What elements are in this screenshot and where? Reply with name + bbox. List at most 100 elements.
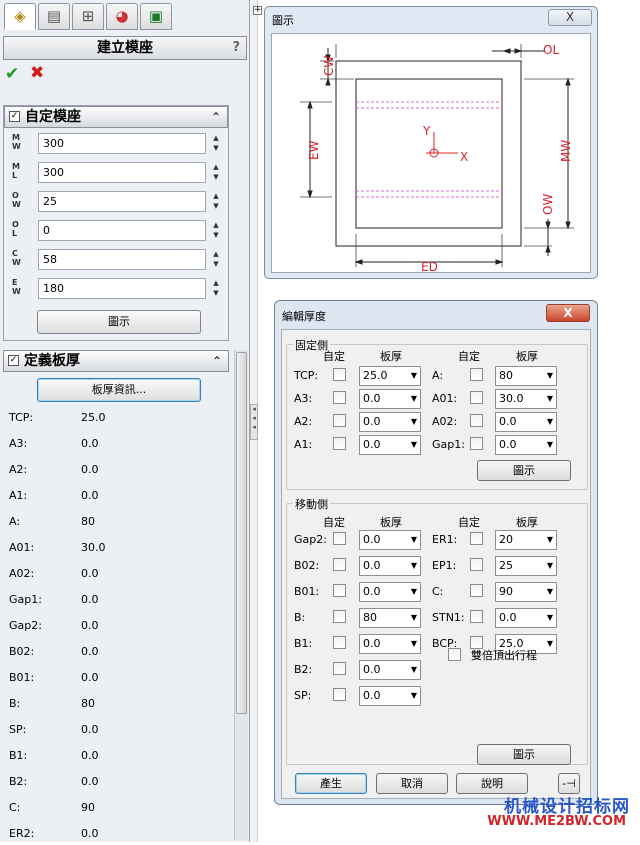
param-input[interactable]: 300 — [38, 162, 206, 183]
thickness-select[interactable]: 0.0 ▼ — [359, 435, 421, 455]
close-button[interactable]: X — [548, 9, 592, 26]
tab-feature-manager[interactable]: ◈ — [4, 3, 36, 30]
show-diagram-button[interactable]: 圖示 — [37, 310, 201, 334]
tab-property-manager[interactable]: ▤ — [38, 3, 70, 30]
row-label: B1: — [294, 637, 313, 650]
custom-checkbox[interactable] — [470, 414, 483, 427]
thickness-select[interactable]: 0.0 ▼ — [495, 435, 557, 455]
thickness-select[interactable]: 80 ▼ — [495, 366, 557, 386]
dimension-icon: MW — [12, 133, 21, 151]
show-diagram-button[interactable]: 圖示 — [477, 744, 571, 765]
thickness-select-value: 0.0 — [363, 415, 381, 428]
thickness-select-value: 0.0 — [363, 663, 381, 676]
thickness-select[interactable]: 25.0 ▼ — [359, 366, 421, 386]
row-label: A01: — [432, 392, 458, 405]
dimension-icon: CW — [12, 249, 21, 267]
close-button[interactable]: X — [546, 304, 590, 322]
thickness-select[interactable]: 0.0 ▼ — [359, 686, 421, 706]
thickness-select[interactable]: 25 ▼ — [495, 556, 557, 576]
show-diagram-button[interactable]: 圖示 — [477, 460, 571, 481]
tab-cam-manager[interactable]: ▣ — [140, 3, 172, 30]
spin-buttons[interactable]: ▲ ▼ — [210, 162, 222, 183]
custom-checkbox[interactable] — [333, 414, 346, 427]
param-input[interactable]: 58 — [38, 249, 206, 270]
dim-ow: OW — [541, 194, 555, 215]
spin-buttons[interactable]: ▲ ▼ — [210, 278, 222, 299]
thickness-select[interactable]: 30.0 ▼ — [495, 389, 557, 409]
spin-buttons[interactable]: ▲ ▼ — [210, 249, 222, 270]
row-label: TCP: — [294, 369, 319, 382]
custom-checkbox[interactable] — [333, 368, 346, 381]
panel-splitter[interactable]: ◂ ◂ ◂ — [250, 0, 258, 842]
thickness-select[interactable]: 90 ▼ — [495, 582, 557, 602]
thickness-select[interactable]: 0.0 ▼ — [359, 530, 421, 550]
custom-checkbox[interactable] — [333, 584, 346, 597]
custom-checkbox[interactable] — [333, 391, 346, 404]
diagram-window: 圖示 X Y X ED OL EW MW OW CW — [264, 6, 598, 279]
thickness-select[interactable]: 0.0 ▼ — [359, 412, 421, 432]
scrollbar[interactable] — [234, 350, 248, 840]
custom-base-group: ✓ 自定模座 ⌃ M W 300 ▲ ▼ M L 300 ▲ ▼ O W 25 ▲ ▼ O L 0 ▲ ▼ C W 58 ▲ ▼… — [3, 105, 229, 341]
row-label: C: — [432, 585, 444, 598]
param-input[interactable]: 25 — [38, 191, 206, 212]
custom-checkbox[interactable] — [470, 584, 483, 597]
splitter-handle[interactable]: ◂ ◂ ◂ — [250, 404, 258, 440]
param-input[interactable]: 300 — [38, 133, 206, 154]
row-label: A02: — [432, 415, 458, 428]
custom-checkbox[interactable] — [470, 558, 483, 571]
define-thickness-header[interactable]: ✓ 定義板厚 ⌃ — [3, 350, 229, 372]
expand-icon[interactable]: + — [253, 6, 262, 15]
row-label: A: — [432, 369, 444, 382]
tab-configuration-manager[interactable]: ⊞ — [72, 3, 104, 30]
ok-button[interactable]: ✔ — [5, 64, 19, 84]
thickness-select[interactable]: 0.0 ▼ — [359, 634, 421, 654]
double-eject-checkbox[interactable] — [448, 648, 461, 661]
thickness-value: 0.0 — [81, 775, 99, 788]
spin-buttons[interactable]: ▲ ▼ — [210, 133, 222, 154]
custom-base-header[interactable]: ✓ 自定模座 ⌃ — [4, 106, 228, 128]
scrollbar-thumb[interactable] — [236, 352, 247, 714]
cancel-button[interactable]: ✖ — [30, 63, 44, 83]
thickness-select[interactable]: 0.0 ▼ — [359, 582, 421, 602]
thickness-info-button[interactable]: 板厚資訊... — [37, 378, 201, 402]
custom-checkbox[interactable] — [333, 636, 346, 649]
custom-checkbox[interactable] — [470, 610, 483, 623]
group-checkbox[interactable]: ✓ — [9, 111, 20, 122]
custom-checkbox[interactable] — [470, 532, 483, 545]
thickness-select[interactable]: 20 ▼ — [495, 530, 557, 550]
tab-display-manager[interactable]: ◕ — [106, 3, 138, 30]
thickness-select[interactable]: 0.0 ▼ — [359, 660, 421, 680]
thickness-select[interactable]: 0.0 ▼ — [359, 556, 421, 576]
param-input[interactable]: 0 — [38, 220, 206, 241]
thickness-select[interactable]: 0.0 ▼ — [359, 389, 421, 409]
custom-checkbox[interactable] — [333, 437, 346, 450]
custom-checkbox[interactable] — [333, 610, 346, 623]
thickness-select[interactable]: 0.0 ▼ — [495, 608, 557, 628]
custom-checkbox[interactable] — [333, 532, 346, 545]
col-custom-header: 自定 — [458, 516, 480, 529]
spin-buttons[interactable]: ▲ ▼ — [210, 191, 222, 212]
chevron-down-icon: ▼ — [546, 371, 553, 380]
custom-checkbox[interactable] — [470, 437, 483, 450]
collapse-icon[interactable]: ⌃ — [211, 107, 221, 127]
thickness-select[interactable]: 0.0 ▼ — [495, 412, 557, 432]
generate-button[interactable]: 產生 — [295, 773, 367, 794]
spin-buttons[interactable]: ▲ ▼ — [210, 220, 222, 241]
thickness-row: A01: 30.0 — [9, 541, 209, 559]
col-thickness-header: 板厚 — [380, 516, 402, 529]
group-checkbox[interactable]: ✓ — [8, 355, 19, 366]
custom-checkbox[interactable] — [333, 662, 346, 675]
chevron-down-icon: ▼ — [410, 535, 417, 544]
custom-checkbox[interactable] — [333, 558, 346, 571]
thickness-select[interactable]: 80 ▼ — [359, 608, 421, 628]
thickness-select-value: 0.0 — [363, 637, 381, 650]
collapse-icon[interactable]: ⌃ — [212, 351, 222, 371]
custom-checkbox[interactable] — [470, 391, 483, 404]
custom-checkbox[interactable] — [333, 688, 346, 701]
help-icon[interactable]: ? — [232, 37, 240, 59]
cancel-button[interactable]: 取消 — [376, 773, 448, 794]
custom-checkbox[interactable] — [470, 368, 483, 381]
param-input[interactable]: 180 — [38, 278, 206, 299]
row-label: STN1: — [432, 611, 465, 624]
feature-tree-icon: ◈ — [14, 7, 26, 25]
